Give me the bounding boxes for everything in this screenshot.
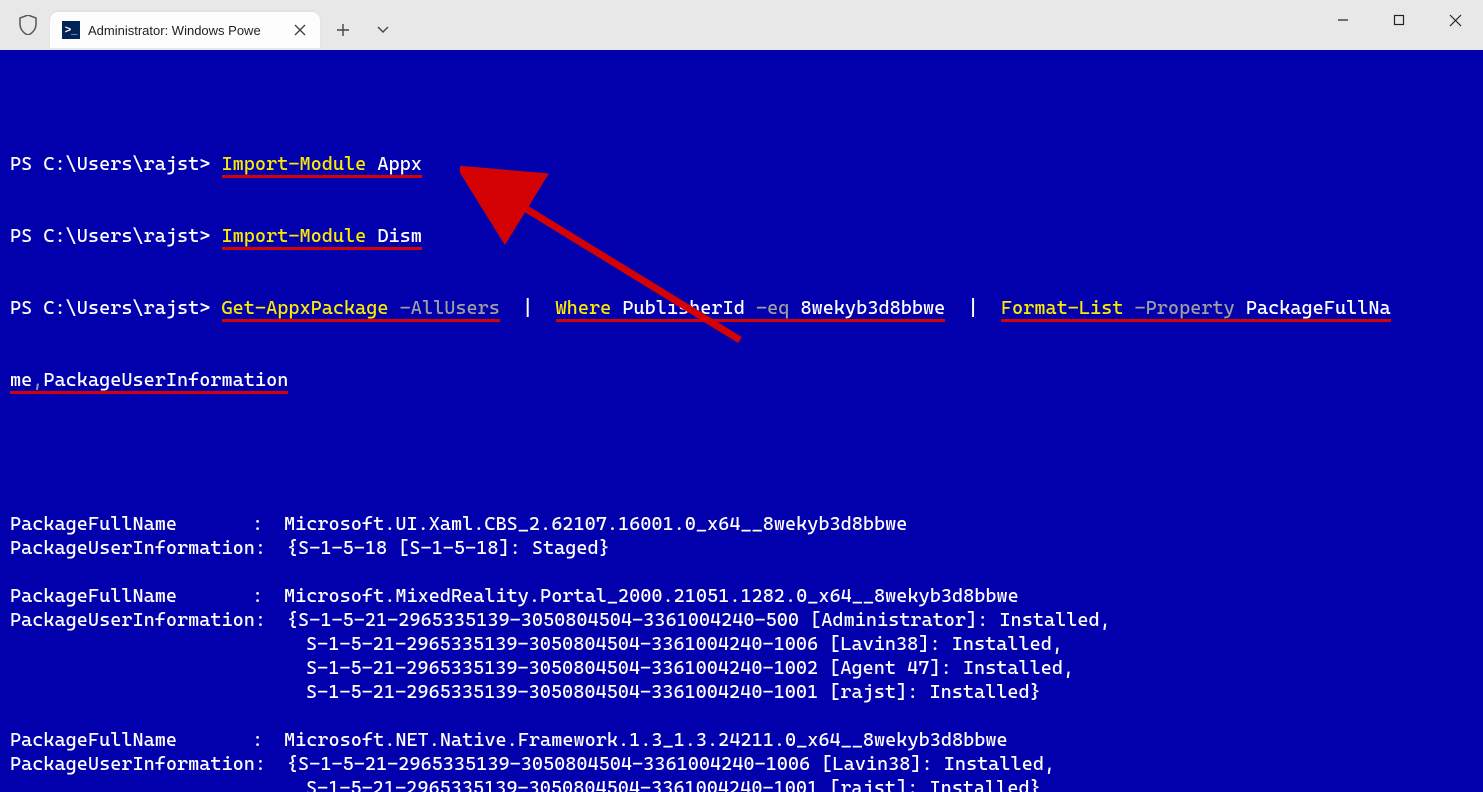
output-row: PackageFullName: Microsoft.MixedReality.… <box>10 584 1473 608</box>
output-row-cont: S-1-5-21-2965335139-3050804504-336100424… <box>306 680 1473 704</box>
tab-close-button[interactable] <box>290 20 310 40</box>
maximize-button[interactable] <box>1371 0 1427 40</box>
output-row: PackageFullName: Microsoft.NET.Native.Fr… <box>10 728 1473 752</box>
tab-dropdown-button[interactable] <box>366 13 400 47</box>
output-row: PackageUserInformation: {S-1-5-21-296533… <box>10 608 1473 632</box>
app-window: >_ Administrator: Windows Powe <box>0 0 1483 792</box>
tab-title: Administrator: Windows Powe <box>88 23 284 38</box>
terminal-pane[interactable]: PS C:\Users\rajst> Import-Module Appx PS… <box>0 50 1483 792</box>
new-tab-button[interactable] <box>326 13 360 47</box>
close-button[interactable] <box>1427 0 1483 40</box>
powershell-icon: >_ <box>62 21 80 39</box>
minimize-button[interactable] <box>1315 0 1371 40</box>
output-row: PackageFullName: Microsoft.UI.Xaml.CBS_2… <box>10 512 1473 536</box>
output-row: PackageUserInformation: {S-1-5-18 [S-1-5… <box>10 536 1473 560</box>
output-row: PackageUserInformation: {S-1-5-21-296533… <box>10 752 1473 776</box>
titlebar: >_ Administrator: Windows Powe <box>0 0 1483 50</box>
window-controls <box>1315 0 1483 50</box>
output-row-cont: S-1-5-21-2965335139-3050804504-336100424… <box>306 632 1473 656</box>
command-line-3b: me,PackageUserInformation <box>10 368 1473 392</box>
command-line-2: PS C:\Users\rajst> Import-Module Dism <box>10 224 1473 248</box>
command-line-1: PS C:\Users\rajst> Import-Module Appx <box>10 152 1473 176</box>
command-output: PackageFullName: Microsoft.UI.Xaml.CBS_2… <box>10 464 1473 792</box>
output-row-cont: S-1-5-21-2965335139-3050804504-336100424… <box>306 656 1473 680</box>
output-row-cont: S-1-5-21-2965335139-3050804504-336100424… <box>306 776 1473 792</box>
command-line-3: PS C:\Users\rajst> Get-AppxPackage -AllU… <box>10 296 1473 320</box>
tab[interactable]: >_ Administrator: Windows Powe <box>50 12 320 48</box>
shield-icon <box>16 13 40 37</box>
